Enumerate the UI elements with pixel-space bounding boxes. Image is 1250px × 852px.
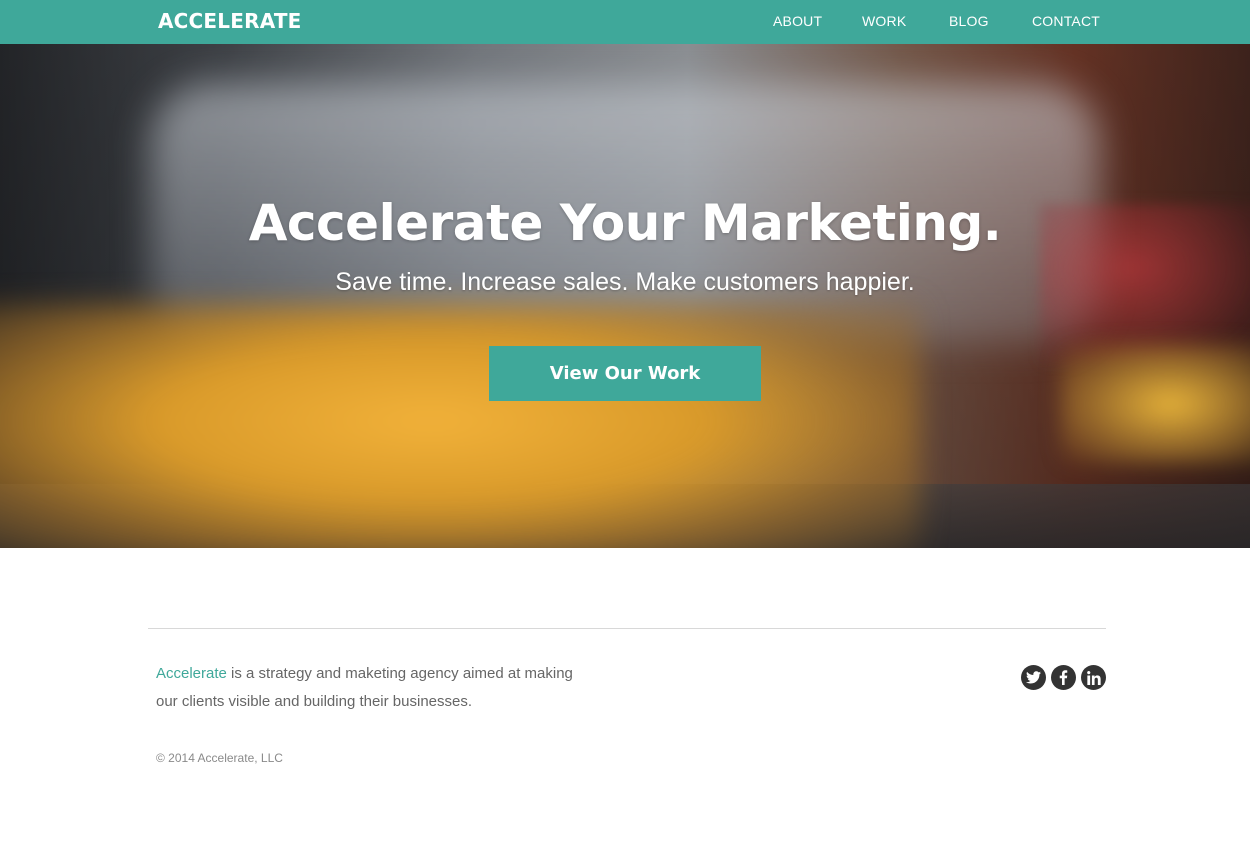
nav-work-link[interactable]: WORK [862, 13, 906, 29]
about-accelerate-link[interactable]: Accelerate [156, 665, 227, 682]
nav-about-link[interactable]: ABOUT [773, 13, 822, 29]
hero-title: Accelerate Your Marketing. [248, 194, 1002, 252]
copyright-text: © 2014 Accelerate, LLC [156, 751, 283, 765]
about-blurb: Accelerate is a strategy and maketing ag… [156, 660, 576, 716]
hero-banner: Accelerate Your Marketing. Save time. In… [0, 44, 1250, 548]
view-our-work-button[interactable]: View Our Work [489, 346, 761, 401]
twitter-icon[interactable] [1021, 665, 1046, 690]
hero-subtitle: Save time. Increase sales. Make customer… [335, 268, 915, 296]
hero-background-taxi-right [1060, 344, 1250, 464]
nav-contact-link[interactable]: CONTACT [1032, 13, 1100, 29]
hero-background-taxi [0, 304, 920, 548]
twitter-glyph [1026, 671, 1041, 684]
footer-divider [148, 628, 1106, 629]
linkedin-glyph [1086, 670, 1101, 685]
top-navbar: ACCELERATE ABOUT WORK BLOG CONTACT [0, 0, 1250, 44]
linkedin-icon[interactable] [1081, 665, 1106, 690]
nav-blog-link[interactable]: BLOG [949, 13, 989, 29]
brand-logo[interactable]: ACCELERATE [158, 9, 302, 33]
facebook-glyph [1059, 670, 1068, 685]
facebook-icon[interactable] [1051, 665, 1076, 690]
